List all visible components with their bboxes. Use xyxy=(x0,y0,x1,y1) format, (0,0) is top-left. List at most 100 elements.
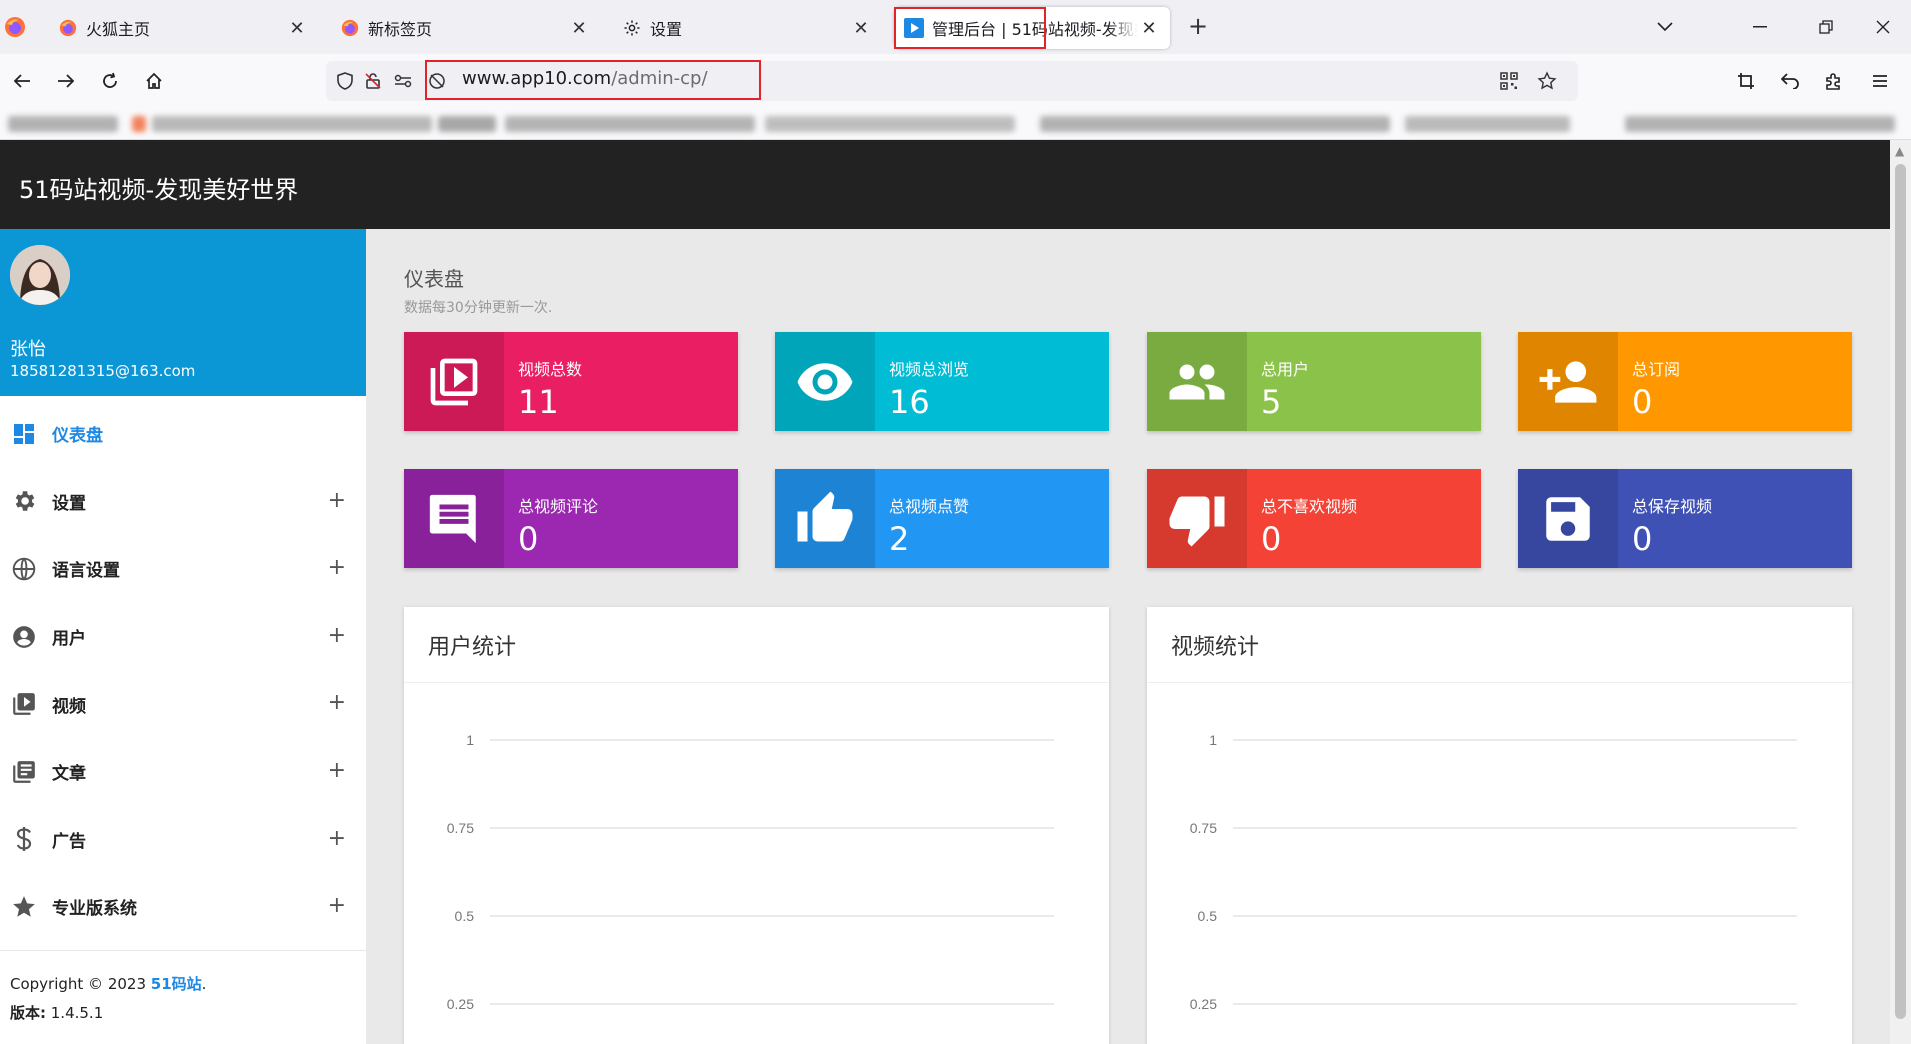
sidebar-item-label: 广告 xyxy=(52,831,86,852)
sidebar-item-dashboard[interactable]: 仪表盘 xyxy=(0,400,366,468)
undo-icon[interactable] xyxy=(1776,67,1804,95)
close-icon[interactable]: ✕ xyxy=(286,17,308,39)
url-path: /admin-cp/ xyxy=(611,68,708,89)
stat-card-total-subscriptions[interactable]: 总订阅 0 xyxy=(1518,332,1852,431)
bookmark-item-blurred[interactable] xyxy=(152,116,432,132)
scrollbar-thumb[interactable] xyxy=(1895,164,1906,1019)
user-email: 18581281315@163.com xyxy=(10,362,196,380)
expand-plus-icon[interactable]: + xyxy=(328,826,346,851)
sidebar-item-label: 文章 xyxy=(52,764,86,785)
bookmark-item-blurred[interactable] xyxy=(438,116,496,132)
list-tabs-icon[interactable] xyxy=(1652,14,1678,40)
sidebar-item-videos[interactable]: 视频 + xyxy=(0,670,366,738)
thumb-down-icon xyxy=(1147,469,1247,568)
sidebar-item-label: 设置 xyxy=(52,493,86,514)
url-host: www.app10.com xyxy=(462,68,612,89)
video-library-icon xyxy=(10,690,38,718)
expand-plus-icon[interactable]: + xyxy=(328,555,346,580)
tab-admin[interactable]: 管理后台 | 51码站视频-发现美好世界 ✕ xyxy=(894,7,1170,49)
expand-plus-icon[interactable]: + xyxy=(328,623,346,648)
bookmark-item-blurred[interactable] xyxy=(8,116,118,132)
qr-code-icon[interactable] xyxy=(1498,70,1520,92)
forward-icon[interactable] xyxy=(52,67,80,95)
sidebar-item-label: 语言设置 xyxy=(52,561,120,582)
sidebar-item-articles[interactable]: 文章 + xyxy=(0,738,366,806)
app-menu-icon[interactable] xyxy=(1866,67,1894,95)
y-tick-label: 0.75 xyxy=(447,820,474,836)
stat-label: 总保存视频 xyxy=(1632,497,1713,516)
stat-card-total-saved[interactable]: 总保存视频 0 xyxy=(1518,469,1852,568)
expand-plus-icon[interactable]: + xyxy=(328,893,346,918)
restore-icon[interactable] xyxy=(1813,14,1839,40)
expand-plus-icon[interactable]: + xyxy=(328,488,346,513)
sidebar-item-label: 专业版系统 xyxy=(52,899,137,920)
sidebar-item-ads[interactable]: 广告 + xyxy=(0,806,366,874)
tracking-off-icon[interactable] xyxy=(426,70,448,92)
firefox-menu-icon[interactable] xyxy=(4,16,26,38)
scroll-up-icon[interactable]: ▲ xyxy=(1895,144,1904,158)
expand-plus-icon[interactable]: + xyxy=(328,758,346,783)
reload-icon[interactable] xyxy=(96,67,124,95)
tab-label: 火狐主页 xyxy=(86,20,151,39)
bookmark-item-blurred[interactable] xyxy=(765,116,1015,132)
app-brand[interactable]: 51码站视频-发现美好世界 xyxy=(19,170,298,205)
new-tab-button[interactable]: + xyxy=(1186,14,1210,39)
bookmark-star-icon[interactable] xyxy=(1536,70,1558,92)
stat-card-total-videos[interactable]: 视频总数 11 xyxy=(404,332,738,431)
stat-card-total-users[interactable]: 总用户 5 xyxy=(1147,332,1481,431)
url-text[interactable]: www.app10.com/admin-cp/ xyxy=(462,68,708,89)
sidebar-item-users[interactable]: 用户 + xyxy=(0,603,366,671)
minimize-icon[interactable] xyxy=(1747,14,1773,40)
bookmark-icon-blurred xyxy=(132,116,146,132)
bookmark-item-blurred[interactable] xyxy=(1040,116,1390,132)
sidebar-item-language[interactable]: 语言设置 + xyxy=(0,535,366,603)
tab-settings[interactable]: 设置 ✕ xyxy=(612,7,882,49)
stat-card-total-comments[interactable]: 总视频评论 0 xyxy=(404,469,738,568)
bookmark-item-blurred[interactable] xyxy=(505,116,755,132)
screenshot-crop-icon[interactable] xyxy=(1732,67,1760,95)
firefox-icon xyxy=(340,18,360,38)
expand-plus-icon[interactable]: + xyxy=(328,690,346,715)
stat-card-total-likes[interactable]: 总视频点赞 2 xyxy=(775,469,1109,568)
stat-card-body: 视频总数 11 xyxy=(504,332,738,431)
main-content: 仪表盘 数据每30分钟更新一次. 视频总数 11 视频总浏览 16 总用户 5 … xyxy=(366,229,1890,1044)
extensions-icon[interactable] xyxy=(1820,67,1848,95)
copyright-suffix: . xyxy=(201,975,207,993)
bookmark-item-blurred[interactable] xyxy=(1625,116,1895,132)
permissions-icon[interactable] xyxy=(392,70,414,92)
group-icon xyxy=(1147,332,1247,431)
shield-icon[interactable] xyxy=(334,70,356,92)
home-icon[interactable] xyxy=(140,67,168,95)
sidebar-item-settings[interactable]: 设置 + xyxy=(0,468,366,536)
close-icon[interactable]: ✕ xyxy=(568,17,590,39)
bookmarks-toolbar xyxy=(0,108,1911,140)
article-icon xyxy=(10,758,38,786)
insecure-lock-icon[interactable] xyxy=(362,70,384,92)
stat-value: 0 xyxy=(518,520,539,558)
stat-label: 总视频点赞 xyxy=(889,497,970,516)
back-icon[interactable] xyxy=(8,67,36,95)
tab-new-tab[interactable]: 新标签页 ✕ xyxy=(330,7,600,49)
sidebar: 张怡 18581281315@163.com 仪表盘 设置 + 语言设置 + 用… xyxy=(0,229,366,1044)
copyright-link[interactable]: 51码站 xyxy=(151,975,202,993)
tab-firefox-home[interactable]: 火狐主页 ✕ xyxy=(48,7,318,49)
user-name: 张怡 xyxy=(10,339,46,360)
close-icon[interactable]: ✕ xyxy=(1138,17,1160,39)
stat-card-total-views[interactable]: 视频总浏览 16 xyxy=(775,332,1109,431)
dashboard-icon xyxy=(10,420,38,448)
bookmark-item-blurred[interactable] xyxy=(1405,116,1570,132)
gear-icon xyxy=(622,18,642,38)
avatar[interactable] xyxy=(10,245,70,305)
page-scrollbar[interactable]: ▲ xyxy=(1890,140,1911,1044)
sidebar-item-label: 用户 xyxy=(52,629,86,650)
stat-card-total-dislikes[interactable]: 总不喜欢视频 0 xyxy=(1147,469,1481,568)
sidebar-footer: Copyright © 2023 51码站. 版本: 1.4.5.1 xyxy=(0,950,366,1044)
stat-label: 总视频评论 xyxy=(518,497,599,516)
sidebar-item-pro-system[interactable]: 专业版系统 + xyxy=(0,873,366,941)
user-stats-panel: 用户统计 1 0.75 0.5 0.25 xyxy=(404,607,1109,1044)
panel-title: 视频统计 xyxy=(1147,607,1852,683)
window-close-icon[interactable] xyxy=(1870,14,1896,40)
panel-title: 用户统计 xyxy=(404,607,1109,683)
copyright-text: Copyright © 2023 51码站. xyxy=(10,973,206,994)
close-icon[interactable]: ✕ xyxy=(850,17,872,39)
